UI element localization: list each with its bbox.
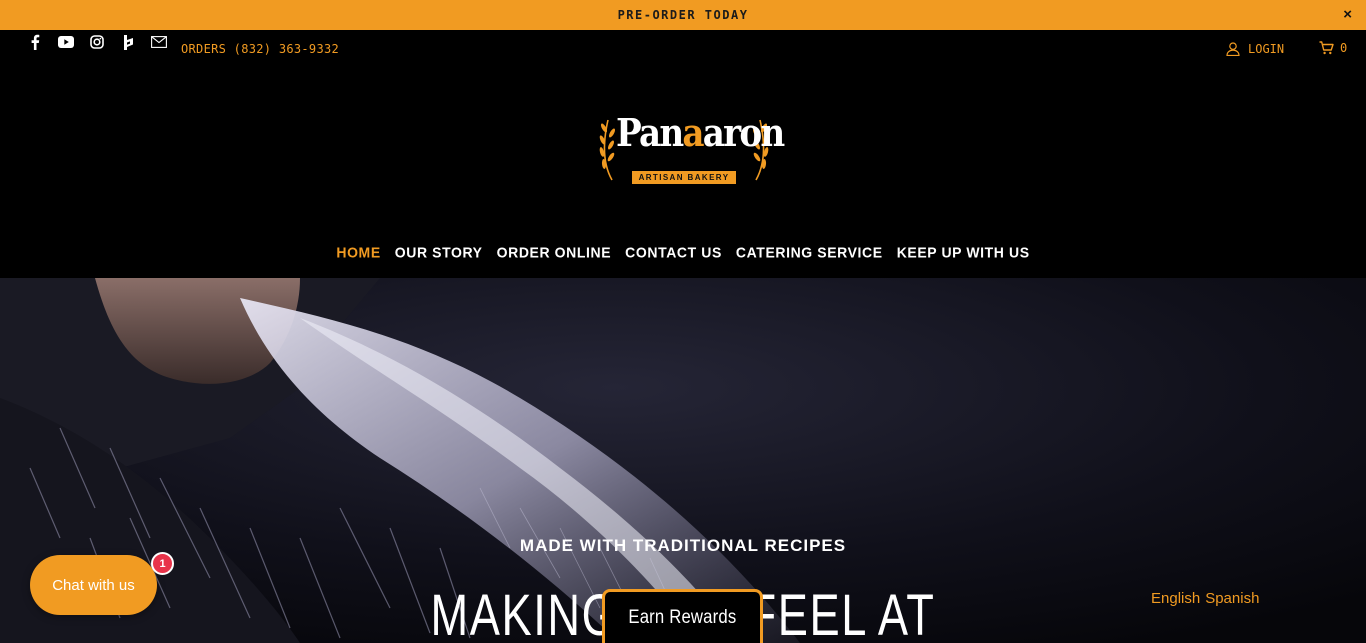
user-icon bbox=[1226, 42, 1240, 56]
top-utility-bar: ORDERS (832) 363-9332 LOGIN 0 bbox=[0, 30, 1366, 72]
social-links bbox=[26, 32, 168, 52]
houzz-icon[interactable] bbox=[119, 33, 137, 51]
earn-rewards-button[interactable]: Earn Rewards bbox=[602, 589, 763, 643]
nav-item-home[interactable]: HOME bbox=[329, 237, 387, 266]
language-option-spanish[interactable]: Spanish bbox=[1205, 590, 1259, 607]
chat-notification-badge: 1 bbox=[151, 552, 174, 575]
cart-count: 0 bbox=[1340, 41, 1348, 55]
nav-item-catering-service[interactable]: CATERING SERVICE bbox=[729, 237, 890, 266]
main-nav: HOME OUR STORY ORDER ONLINE CONTACT US C… bbox=[0, 238, 1366, 266]
orders-phone-link[interactable]: ORDERS (832) 363-9332 bbox=[181, 42, 339, 56]
wheat-left-icon bbox=[599, 119, 616, 181]
cart-icon bbox=[1319, 41, 1334, 55]
nav-item-our-story[interactable]: OUR STORY bbox=[388, 237, 490, 266]
youtube-icon[interactable] bbox=[57, 33, 75, 51]
language-option-english[interactable]: English bbox=[1151, 590, 1200, 607]
earn-rewards-label: Earn Rewards bbox=[628, 606, 737, 628]
chat-widget-button[interactable]: Chat with us bbox=[30, 555, 157, 615]
hero-subtitle: MADE WITH TRADITIONAL RECIPES bbox=[519, 536, 847, 555]
nav-item-order-online[interactable]: ORDER ONLINE bbox=[490, 237, 619, 266]
logo-wordmark: Panaaron bbox=[616, 110, 785, 156]
instagram-icon[interactable] bbox=[88, 33, 106, 51]
mail-icon[interactable] bbox=[150, 33, 168, 51]
cart-link[interactable]: 0 bbox=[1319, 41, 1347, 55]
logo-word-start: Pan bbox=[616, 110, 684, 155]
chat-label: Chat with us bbox=[52, 576, 135, 594]
nav-item-contact-us[interactable]: CONTACT US bbox=[618, 237, 729, 266]
facebook-icon[interactable] bbox=[26, 33, 44, 51]
logo-tagline-ribbon: ARTISAN BAKERY bbox=[632, 171, 736, 184]
close-icon[interactable]: × bbox=[1343, 6, 1352, 24]
login-label: LOGIN bbox=[1248, 42, 1285, 56]
language-switcher: English Spanish bbox=[1151, 590, 1259, 607]
logo-word-accent: a bbox=[682, 110, 704, 155]
nav-item-keep-up-with-us[interactable]: KEEP UP WITH US bbox=[890, 237, 1037, 266]
login-link[interactable]: LOGIN bbox=[1226, 42, 1284, 56]
announcement-text[interactable]: PRE-ORDER TODAY bbox=[618, 8, 749, 22]
announcement-bar: PRE-ORDER TODAY × bbox=[0, 0, 1366, 30]
logo-tagline: ARTISAN BAKERY bbox=[638, 173, 730, 182]
logo-word-end: aron bbox=[702, 110, 785, 155]
brand-logo[interactable]: Panaaron ARTISAN BAKERY bbox=[596, 106, 785, 190]
